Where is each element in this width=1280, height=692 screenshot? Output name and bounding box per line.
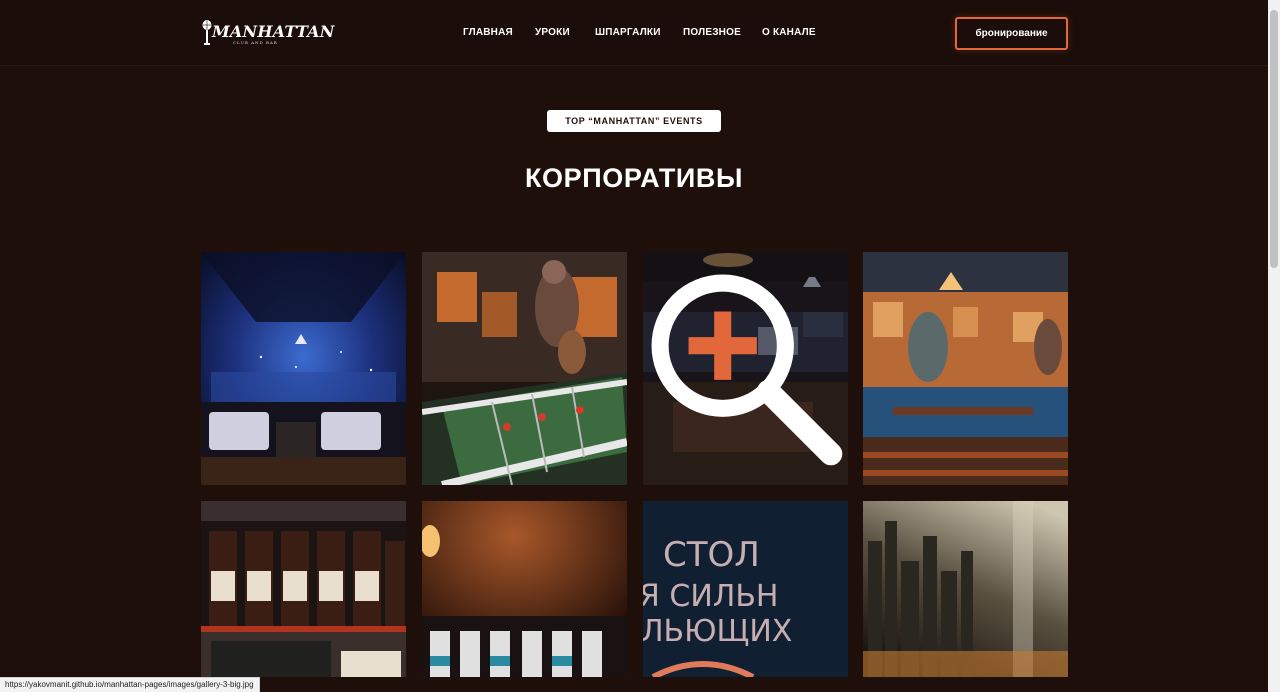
gallery-image: [863, 252, 1068, 485]
gallery-item[interactable]: [201, 501, 406, 677]
gallery-image: [422, 252, 627, 485]
section-title: КОРПОРАТИВЫ: [524, 163, 744, 193]
gallery-item[interactable]: [201, 252, 406, 485]
nav-item-home[interactable]: ГЛАВНАЯ: [463, 27, 513, 38]
neon-text-line-3: ЛЬЮЩИХ: [643, 614, 792, 649]
gallery-item[interactable]: [422, 252, 627, 485]
site-header: MANHATTAN CLUB AND BAR ГЛАВНАЯ УРОКИ ШПА…: [0, 0, 1268, 66]
section-badge: TOP “MANHATTAN” EVENTS: [547, 110, 721, 132]
gallery-image: [863, 501, 1068, 677]
gallery-image: [422, 501, 627, 677]
main-nav: ГЛАВНАЯ УРОКИ ШПАРГАЛКИ ПОЛЕЗНОЕ О КАНАЛ…: [0, 27, 1268, 41]
gallery-item-hovered[interactable]: [643, 252, 848, 485]
booking-button[interactable]: бронирование: [955, 17, 1068, 50]
gallery-item[interactable]: [863, 252, 1068, 485]
gallery-image: СТОЛ Я СИЛЬН ЛЬЮЩИХ: [643, 501, 848, 677]
gallery-image: [201, 501, 406, 677]
nav-item-lessons[interactable]: УРОКИ: [535, 27, 570, 38]
gallery-item[interactable]: [422, 501, 627, 677]
nav-item-useful[interactable]: ПОЛЕЗНОЕ: [683, 27, 741, 38]
gallery-item[interactable]: [863, 501, 1068, 677]
scrollbar-thumb[interactable]: [1270, 10, 1278, 268]
neon-text-line-1: СТОЛ: [663, 535, 760, 575]
gallery-image: [201, 252, 406, 485]
zoom-in-icon[interactable]: [643, 252, 848, 485]
gallery-item[interactable]: СТОЛ Я СИЛЬН ЛЬЮЩИХ: [643, 501, 848, 677]
nav-item-about[interactable]: О КАНАЛЕ: [762, 27, 816, 38]
vertical-scrollbar[interactable]: [1268, 0, 1280, 692]
nav-item-cheatsheets[interactable]: ШПАРГАЛКИ: [595, 27, 661, 38]
browser-status-url: https://yakovmanit.github.io/manhattan-p…: [0, 677, 260, 692]
neon-text-line-2: Я СИЛЬН: [643, 579, 778, 614]
hover-overlay: [643, 252, 848, 485]
